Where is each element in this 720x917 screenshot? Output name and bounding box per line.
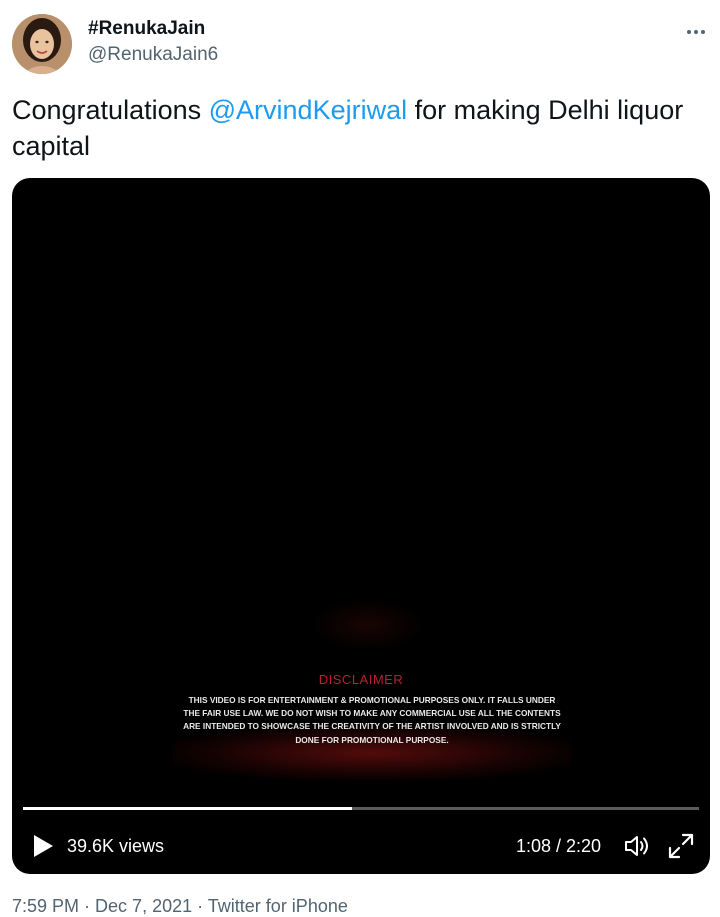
more-dots-icon[interactable] xyxy=(684,20,708,44)
author-name[interactable]: #RenukaJain xyxy=(88,18,205,40)
volume-icon[interactable] xyxy=(624,834,652,858)
tweet-time[interactable]: 7:59 PM xyxy=(12,896,79,916)
meta-separator: · xyxy=(192,896,208,916)
play-icon[interactable] xyxy=(32,834,54,858)
avatar[interactable] xyxy=(12,14,72,74)
video-frame-shadow xyxy=(312,600,422,650)
tweet-date[interactable]: Dec 7, 2021 xyxy=(95,896,192,916)
fullscreen-icon[interactable] xyxy=(668,833,694,859)
meta-separator: · xyxy=(79,896,96,916)
mention-link[interactable]: @ArvindKejriwal xyxy=(209,95,407,125)
video-controls: 39.6K views 1:08 / 2:20 xyxy=(12,822,710,870)
video-time: 1:08 / 2:20 xyxy=(516,836,602,856)
tweet-text: Congratulations @ArvindKejriwal for maki… xyxy=(12,92,702,164)
tweet-header: #RenukaJain @RenukaJain6 xyxy=(12,12,708,76)
video-progress-fill xyxy=(23,807,352,810)
tweet-meta: 7:59 PM · Dec 7, 2021 · Twitter for iPho… xyxy=(12,896,348,917)
video-player[interactable]: DISCLAIMER THIS VIDEO IS FOR ENTERTAINME… xyxy=(12,178,710,874)
disclaimer-title: DISCLAIMER xyxy=(318,672,404,687)
tweet-text-before: Congratulations xyxy=(12,95,209,125)
video-progress-bar[interactable] xyxy=(23,807,699,810)
author-handle[interactable]: @RenukaJain6 xyxy=(88,44,218,66)
view-count: 39.6K views xyxy=(67,836,165,856)
profile-photo-icon xyxy=(12,14,72,74)
tweet-source[interactable]: Twitter for iPhone xyxy=(208,896,348,916)
disclaimer-body: THIS VIDEO IS FOR ENTERTAINMENT & PROMOT… xyxy=(183,695,561,745)
